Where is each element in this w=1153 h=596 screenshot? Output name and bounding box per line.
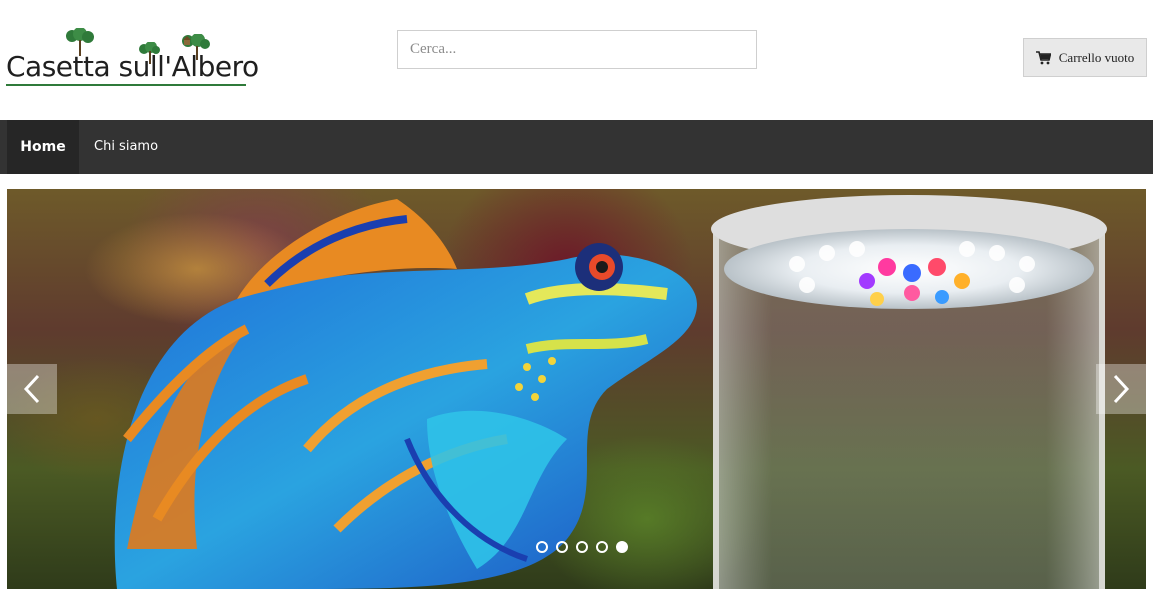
chevron-right-icon [1113,374,1130,404]
cart-button[interactable]: Carrello vuoto [1023,38,1147,77]
slider-pagination [536,541,628,553]
logo-text: Casetta sull'Albero [6,50,259,83]
slider-next-button[interactable] [1096,364,1146,414]
slider-prev-button[interactable] [7,364,57,414]
slider-dot[interactable] [576,541,588,553]
cart-label: Carrello vuoto [1058,49,1135,65]
search-input[interactable] [397,30,757,69]
slide-image-mandarin-fish [114,195,1107,589]
slider-dot-active[interactable] [616,541,628,553]
slider-dot[interactable] [596,541,608,553]
hero-slider[interactable] [7,189,1146,589]
main-nav: Home Chi siamo [0,120,1153,174]
chevron-left-icon [23,374,40,404]
logo-underline [6,84,246,86]
slider-dot[interactable] [536,541,548,553]
site-logo[interactable]: Casetta sull'Albero [6,28,259,90]
cart-icon [1035,50,1051,64]
slider-dot[interactable] [556,541,568,553]
nav-item-home[interactable]: Home [7,120,79,174]
nav-item-chi-siamo[interactable]: Chi siamo [94,120,158,174]
